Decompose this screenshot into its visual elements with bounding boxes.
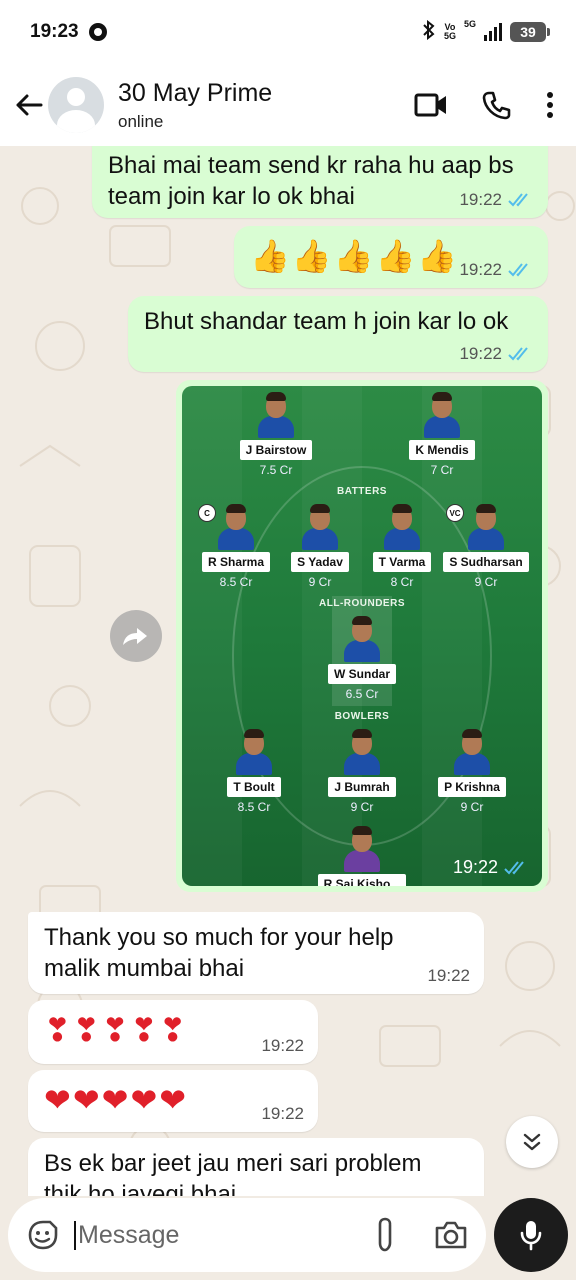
scroll-to-bottom-button[interactable]	[506, 1116, 558, 1168]
message-meta: 19:22	[453, 857, 530, 878]
player-credit: 8.5 Cr	[237, 800, 271, 814]
status-indicators: Vo 5G 5G 39	[422, 18, 550, 45]
message-time: 19:22	[459, 190, 502, 209]
player-credit: 7.5 Cr	[259, 463, 293, 477]
vice-captain-badge: VC	[446, 504, 464, 522]
player-name: K Mendis	[409, 440, 475, 460]
player-name: J Bairstow	[239, 440, 313, 460]
incoming-message[interactable]: ❤❤❤❤❤ 19:22	[28, 1070, 318, 1132]
notification-icon	[88, 23, 107, 41]
forward-icon[interactable]	[110, 610, 162, 662]
paperclip-icon[interactable]	[376, 1217, 396, 1253]
player-name: S Yadav	[291, 552, 349, 572]
player-name: J Bumrah	[328, 777, 396, 797]
player-name: P Krishna	[438, 777, 506, 797]
player-credit: 6.5 Cr	[345, 687, 379, 701]
volte-indicator: Vo 5G	[444, 23, 456, 41]
message-meta: 19:22	[459, 344, 534, 364]
message-time: 19:22	[261, 1036, 304, 1055]
message-text: Bhut shandar team h join kar lo ok	[144, 308, 509, 335]
incoming-message[interactable]: Bs ek bar jeet jau meri sari problem thi…	[28, 1138, 484, 1196]
signal-icon	[484, 23, 502, 41]
section-label-bowlers: BOWLERS	[334, 711, 390, 722]
read-ticks-icon	[508, 192, 534, 208]
message-meta: 19:22	[427, 966, 470, 986]
read-ticks-icon	[504, 860, 530, 876]
status-bar: 19:23 Vo 5G 5G 39	[0, 0, 576, 64]
phone-call-icon[interactable]	[482, 90, 512, 120]
camera-icon[interactable]	[434, 1220, 468, 1250]
section-label-batters: BATTERS	[337, 486, 387, 497]
player-credit: 9 Cr	[474, 575, 498, 589]
message-time: 19:22	[459, 260, 502, 279]
player-name: R Sharma	[201, 552, 271, 572]
video-call-icon[interactable]	[414, 92, 448, 118]
message-meta: 19:22	[261, 1104, 304, 1124]
bluetooth-icon	[422, 19, 436, 45]
outgoing-message[interactable]: Bhut shandar team h join kar lo ok 19:22	[128, 296, 548, 372]
read-ticks-icon	[508, 262, 534, 278]
message-meta: 19:22	[261, 1036, 304, 1056]
microphone-icon	[520, 1221, 542, 1251]
message-composer	[8, 1198, 486, 1272]
outgoing-message[interactable]: Bhai mai team send kr raha hu aap bs tea…	[92, 146, 548, 218]
outgoing-message[interactable]: 👍👍👍👍👍 19:22	[234, 226, 548, 288]
incoming-message[interactable]: Thank you so much for your help malik mu…	[28, 912, 484, 994]
emoji-icon[interactable]	[26, 1218, 60, 1252]
player-card: VC S Sudharsan 9 Cr	[436, 504, 536, 589]
player-card: P Krishna 9 Cr	[422, 729, 522, 814]
player-card: W Sundar 6.5 Cr	[312, 616, 412, 701]
contact-name: 30 May Prime	[118, 78, 273, 107]
player-credit: 7 Cr	[430, 463, 454, 477]
avatar[interactable]	[48, 77, 104, 133]
microphone-button[interactable]	[494, 1198, 568, 1272]
image-message[interactable]: BATTERS ALL-ROUNDERS BOWLERS J Bairstow …	[176, 380, 548, 892]
player-name: T Varma	[372, 552, 432, 572]
message-meta: 19:22	[459, 260, 534, 280]
message-time: 19:22	[452, 857, 498, 877]
message-text: Bs ek bar jeet jau meri sari problem thi…	[44, 1150, 422, 1196]
more-options-icon[interactable]	[546, 91, 554, 119]
player-card: T Boult 8.5 Cr	[204, 729, 304, 814]
player-card: R Sai Kisho...	[312, 826, 412, 886]
message-text: Thank you so much for your help malik mu…	[44, 924, 394, 982]
player-card: J Bumrah 9 Cr	[312, 729, 412, 814]
read-ticks-icon	[508, 346, 534, 362]
team-image[interactable]: BATTERS ALL-ROUNDERS BOWLERS J Bairstow …	[182, 386, 542, 886]
player-credit: 9 Cr	[460, 800, 484, 814]
message-time: 19:22	[261, 1104, 304, 1123]
battery-indicator: 39	[510, 22, 550, 42]
double-chevron-down-icon	[523, 1133, 541, 1151]
player-card: J Bairstow 7.5 Cr	[226, 392, 326, 477]
back-arrow-icon[interactable]	[14, 90, 44, 120]
player-name: S Sudharsan	[443, 552, 529, 572]
player-name: R Sai Kisho...	[317, 874, 407, 886]
message-meta: 19:22	[459, 190, 534, 210]
chat-header: 30 May Prime online	[0, 64, 576, 146]
player-credit: 9 Cr	[350, 800, 374, 814]
incoming-message[interactable]: ❣❣❣❣❣ 19:22	[28, 1000, 318, 1064]
player-name: T Boult	[227, 777, 281, 797]
contact-status: online	[118, 111, 164, 131]
chat-area[interactable]: Bhai mai team send kr raha hu aap bs tea…	[0, 146, 576, 1196]
network-type: 5G	[463, 18, 476, 29]
section-label-allrounders: ALL-ROUNDERS	[319, 598, 405, 609]
message-input[interactable]	[74, 1220, 344, 1250]
message-time: 19:22	[459, 344, 502, 363]
contact-info[interactable]: 30 May Prime online	[118, 79, 272, 132]
volte-bottom: 5G	[443, 31, 456, 41]
player-card: K Mendis 7 Cr	[392, 392, 492, 477]
captain-badge: C	[198, 504, 216, 522]
status-time: 19:23	[30, 21, 79, 42]
player-name: W Sundar	[328, 664, 396, 684]
message-time: 19:22	[427, 966, 470, 985]
